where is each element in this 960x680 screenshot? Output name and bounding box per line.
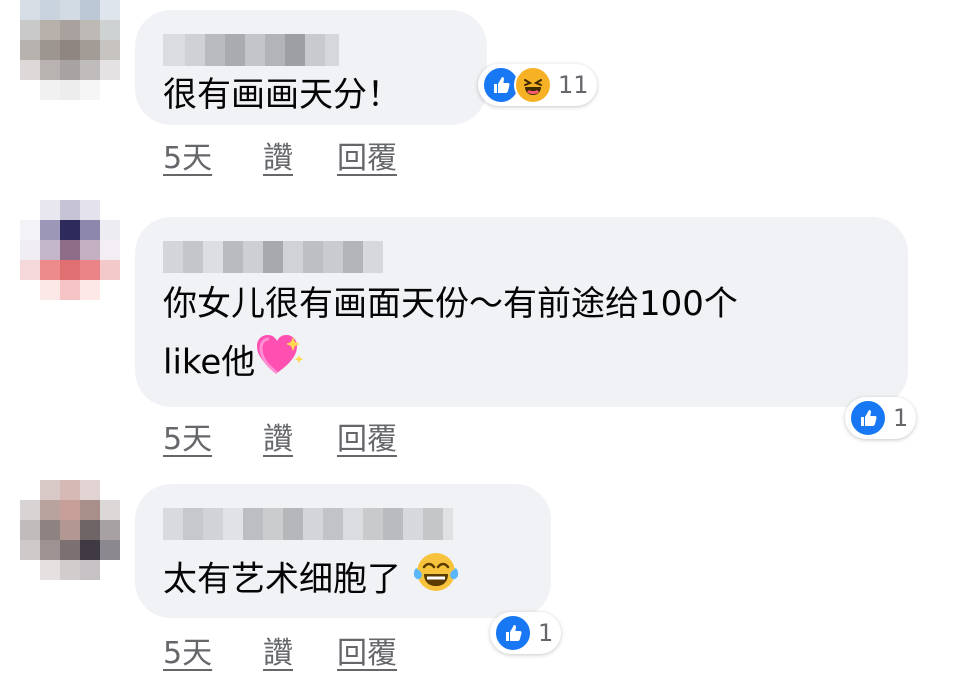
reply-button[interactable]: 回覆 [337, 414, 397, 458]
like-icon [494, 614, 532, 652]
reaction-summary[interactable]: 1 [490, 612, 562, 654]
reaction-count: 1 [538, 619, 554, 647]
like-button[interactable]: 讚 [263, 628, 293, 672]
like-button[interactable]: 讚 [263, 133, 293, 177]
comment-text-body: 太有艺术细胞了 [163, 559, 401, 600]
tears-of-joy-icon [412, 550, 460, 612]
author-name[interactable] [163, 34, 339, 66]
author-name[interactable] [163, 508, 453, 540]
comment-text: 你女儿很有画面天份～有前途给100个 like他 [163, 275, 738, 395]
comment-bubble: 你女儿很有画面天份～有前途给100个 like他 [135, 217, 908, 407]
avatar[interactable] [20, 200, 120, 300]
reaction-summary[interactable]: 1 [845, 397, 917, 439]
reaction-summary[interactable]: 11 [478, 64, 597, 106]
comment-bubble: 太有艺术细胞了 [135, 484, 551, 618]
timestamp-link[interactable]: 5天 [163, 133, 212, 177]
sparkling-heart-icon [255, 333, 304, 395]
haha-icon [514, 66, 552, 104]
timestamp-link[interactable]: 5天 [163, 628, 212, 672]
like-icon [849, 399, 887, 437]
author-name[interactable] [163, 241, 383, 273]
like-button[interactable]: 讚 [263, 414, 293, 458]
avatar[interactable] [20, 480, 120, 580]
comment-text: 很有画画天分！ [163, 75, 401, 115]
reaction-count: 1 [893, 404, 909, 432]
comment-text: 太有艺术细胞了 [163, 550, 460, 612]
avatar[interactable] [20, 0, 120, 100]
comment-bubble: 很有画画天分！ [135, 10, 487, 125]
comment-text-body: 你女儿很有画面天份～有前途给100个 like他 [163, 284, 738, 383]
reply-button[interactable]: 回覆 [337, 133, 397, 177]
timestamp-link[interactable]: 5天 [163, 414, 212, 458]
reaction-count: 11 [558, 71, 589, 99]
reply-button[interactable]: 回覆 [337, 628, 397, 672]
